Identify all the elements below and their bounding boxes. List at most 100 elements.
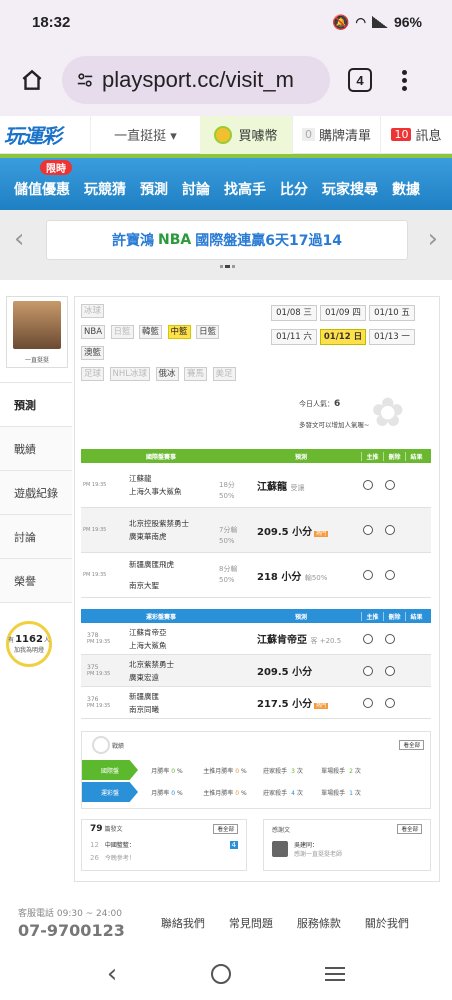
tab-game-history[interactable]: 遊戲紀錄 [0, 471, 72, 515]
home-circle-icon[interactable] [211, 964, 232, 984]
delete-radio[interactable] [379, 570, 401, 580]
table-row: 376 PM 19:35 新疆廣匯 南京同曦 217.5 小分 熱門 [81, 687, 431, 719]
status-bar: 18:32 🔕 ◠ 96% [0, 0, 452, 44]
table-row: 378 PM 19:35 江蘇肯帝亞 上海大鯊魚 江蘇肯帝亞 客 +20.5 [81, 623, 431, 655]
menu-item-deposit[interactable]: 儲值優惠 [14, 179, 70, 199]
hot-badge: 熱門 [314, 703, 329, 709]
league-tag-nbl[interactable]: 澳籃 [81, 346, 105, 360]
footer-link-faq[interactable]: 常見問題 [229, 915, 273, 931]
home-button[interactable] [16, 64, 48, 96]
tab-switcher-button[interactable]: 4 [348, 68, 372, 92]
user-icon [272, 841, 288, 857]
like-badge: 4 [229, 840, 238, 849]
table-row: PM 19:35 江蘇龍 上海久事大鯊魚 18分 50% 江蘇龍 受讓 [81, 463, 431, 508]
delete-radio[interactable] [379, 633, 401, 644]
cart-button[interactable]: 0 購牌清單 [292, 115, 380, 154]
league-tag-nhl[interactable]: NHL冰球 [109, 367, 151, 381]
carousel-next-icon[interactable]: › [428, 224, 438, 254]
footer-link-contact[interactable]: 聯絡我們 [161, 915, 205, 931]
menu-item-search[interactable]: 玩家搜尋 [322, 179, 378, 199]
browser-menu-button[interactable] [402, 69, 407, 91]
url-text: playsport.cc/visit_m [102, 67, 294, 92]
date-button[interactable]: 01/09 四 [320, 305, 366, 321]
site-logo[interactable]: 玩運彩 [0, 116, 90, 154]
league-tag-horse[interactable]: 賽馬 [184, 367, 208, 381]
user-dropdown[interactable]: 一直挺挺 ▾ [90, 115, 200, 154]
tab-discussion[interactable]: 討論 [0, 515, 72, 559]
menu-item-predict[interactable]: 預測 [140, 179, 168, 199]
league-tag[interactable]: 日籃 [110, 325, 134, 339]
menu-item-play[interactable]: 玩競猜 [84, 179, 126, 199]
menu-item-data[interactable]: 數據 [392, 179, 420, 199]
buy-coin-button[interactable]: 買噱幣 [200, 115, 292, 154]
popularity-label: 今日人氣： [299, 400, 334, 408]
league-tag-cba[interactable]: 中籃 [167, 325, 191, 339]
delete-radio[interactable] [379, 697, 401, 708]
avatar[interactable] [13, 301, 61, 349]
league-tag[interactable]: 冰球 [81, 304, 105, 318]
menu-item-experts[interactable]: 找高手 [224, 179, 266, 199]
date-button-selected[interactable]: 01/12 日 [320, 329, 366, 345]
address-bar[interactable]: playsport.cc/visit_m [62, 56, 330, 104]
thanks-item[interactable]: 吳建同： 感謝一直挺挺老師 [264, 838, 430, 860]
tab-predictions[interactable]: 預測 [0, 383, 72, 427]
league-tag-nba[interactable]: NBA [81, 325, 106, 339]
local-prediction-table: 運彩盤賽事 預測 主推 刪除 結果 378 PM 19:35 江蘇肯帝亞 上海大鯊魚… [81, 609, 431, 719]
main-pick-radio[interactable] [357, 697, 379, 708]
article-item[interactable]: 12 中國籃籃： 4 [82, 838, 246, 851]
main-pick-radio[interactable] [357, 525, 379, 535]
main-pick-radio[interactable] [357, 665, 379, 676]
league-tag-khl[interactable]: 俄冰 [155, 367, 179, 381]
profile-sidebar: 一直挺挺 預測 戰績 遊戲紀錄 討論 榮譽 有 1162 人 加我為明燈 [0, 296, 72, 667]
site-settings-icon[interactable] [76, 71, 94, 89]
date-button[interactable]: 01/10 五 [369, 305, 415, 321]
popularity: 今日人氣：6 [299, 399, 340, 409]
date-button[interactable]: 01/11 六 [271, 329, 317, 345]
back-icon[interactable]: ‹ [107, 959, 117, 989]
menu-item-forum[interactable]: 討論 [182, 179, 210, 199]
league-tag-kbl[interactable]: 韓籃 [139, 325, 163, 339]
message-count: 10 [391, 128, 412, 141]
record-row-local: 運彩盤 月勝率 0 % 主推月勝率 0 % 莊家殺手 4 次 單場殺手 1 次 [82, 782, 430, 802]
main-pick-radio[interactable] [357, 480, 379, 490]
table-row: PM 19:35 北京控股紫禁勇士 廣東華南虎 7分輸 50% 209.5 小分 熱門 [81, 508, 431, 553]
articles-view-all-button[interactable]: 看全部 [213, 824, 238, 834]
coin-icon [214, 125, 233, 144]
league-tag-jbl[interactable]: 日籃 [196, 325, 220, 339]
league-tag-nfl[interactable]: 美足 [212, 367, 236, 381]
messages-label: 訊息 [415, 129, 442, 144]
date-picker: 01/08 三 01/09 四 01/10 五 01/11 六 01/12 日 01/13… [271, 305, 435, 353]
wifi-icon: ◠ [355, 15, 366, 29]
menu-item-scores[interactable]: 比分 [280, 179, 308, 199]
delete-radio[interactable] [379, 525, 401, 535]
record-view-all-button[interactable]: 看全部 [399, 740, 424, 750]
delete-radio[interactable] [379, 665, 401, 676]
follow-bulb-button[interactable]: 有 1162 人 加我為明燈 [6, 621, 52, 667]
recent-apps-icon[interactable] [325, 967, 346, 981]
carousel-item[interactable]: 許寶鴻 NBA 國際盤連贏6天17過14 [46, 220, 408, 260]
main-pick-radio[interactable] [357, 570, 379, 580]
carousel-prev-icon[interactable]: ‹ [14, 224, 24, 254]
main-pick-radio[interactable] [357, 633, 379, 644]
date-button[interactable]: 01/08 三 [271, 305, 317, 321]
tab-honors[interactable]: 榮譽 [0, 559, 72, 603]
footer-link-about[interactable]: 關於我們 [365, 915, 409, 931]
league-tag-soccer[interactable]: 足球 [81, 367, 105, 381]
main-content: 一直挺挺 預測 戰績 遊戲紀錄 討論 榮譽 有 1162 人 加我為明燈 冰球 … [0, 280, 452, 900]
site-footer: 客服電話 09:30 ~ 24:00 07-9700123 聯絡我們 常見問題 … [0, 900, 452, 946]
intl-prediction-table: 國際盤賽事 預測 主推 刪除 結果 PM 19:35 江蘇龍 上海久事大鯊魚 18… [81, 449, 431, 598]
league-filter: 冰球 NBA 日籃 韓籃 中籃 日籃 澳籃 足球 NHL冰球 俄冰 賽馬 美足 [81, 303, 261, 387]
status-icons: 🔕 ◠ 96% [332, 14, 422, 31]
tab-record[interactable]: 戰績 [0, 427, 72, 471]
system-nav-bar: ‹ [0, 948, 452, 1000]
footer-link-terms[interactable]: 服務條款 [297, 915, 341, 931]
messages-button[interactable]: 10 訊息 [380, 115, 452, 154]
bulb-count: 1162 [15, 634, 43, 645]
service-phone[interactable]: 07-9700123 [18, 921, 125, 940]
delete-radio[interactable] [379, 480, 401, 490]
service-hours: 客服電話 09:30 ~ 24:00 [18, 909, 122, 919]
carousel-league: NBA [158, 232, 192, 248]
date-button[interactable]: 01/13 一 [369, 329, 415, 345]
popularity-value: 6 [334, 399, 341, 409]
thanks-view-all-button[interactable]: 看全部 [397, 824, 422, 834]
